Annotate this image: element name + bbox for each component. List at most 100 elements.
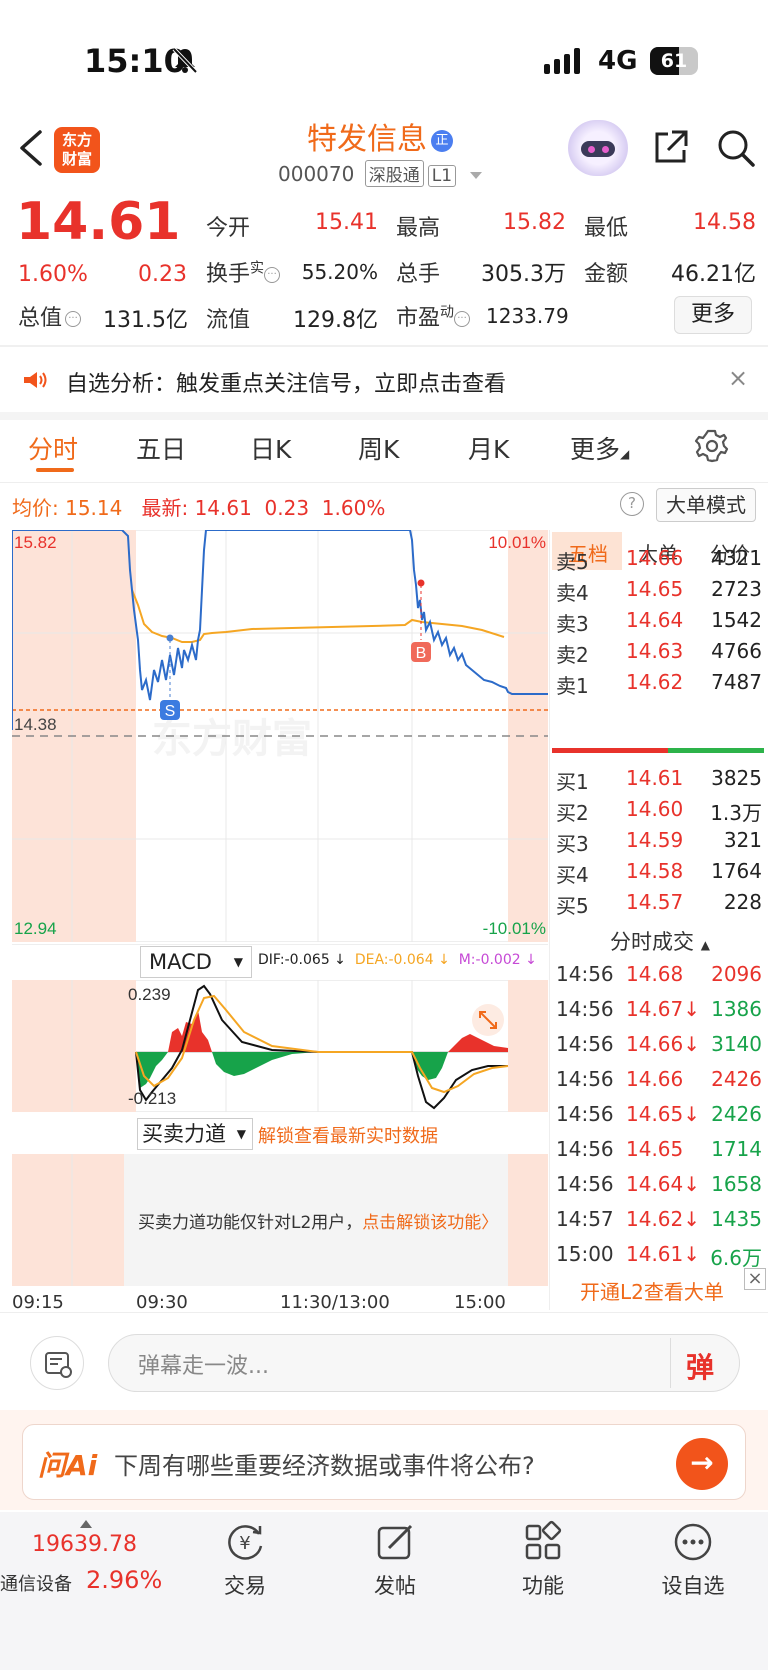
nav-functions[interactable]: 功能 bbox=[498, 1520, 588, 1600]
orderbook-divider-red bbox=[552, 748, 668, 753]
bid-vol: 321 bbox=[723, 828, 762, 852]
sector-name[interactable]: 通信设备 bbox=[0, 1570, 72, 1596]
buysell-label: 买卖力道 bbox=[142, 1122, 226, 1146]
gear-icon[interactable] bbox=[694, 428, 730, 464]
mcap-value: 131.5亿 bbox=[103, 308, 188, 333]
nav-post[interactable]: 发帖 bbox=[350, 1520, 440, 1600]
float-value: 129.8亿 bbox=[293, 308, 378, 333]
mcap-label[interactable]: 总值 ··· bbox=[18, 300, 82, 332]
sector-index-value[interactable]: 19639.78 bbox=[32, 1532, 137, 1557]
danmaku-send-button[interactable]: 弹 bbox=[686, 1346, 714, 1386]
big-order-mode-button[interactable]: 大单模式 bbox=[656, 488, 756, 522]
orderbook-divider-green bbox=[668, 748, 764, 753]
latest-label: 最新: bbox=[141, 496, 189, 520]
tab-5day[interactable]: 五日 bbox=[136, 430, 186, 466]
bid-vol: 3825 bbox=[711, 766, 762, 790]
macd-m: M:-0.002 ↓ bbox=[458, 952, 537, 968]
danmaku-settings-button[interactable] bbox=[30, 1336, 84, 1390]
buysell-message[interactable]: 买卖力道功能仅针对L2用户，点击解锁该功能〉 bbox=[138, 1208, 498, 1233]
volume-label: 总手 bbox=[396, 262, 441, 287]
macd-dea: DEA:-0.064 ↓ bbox=[354, 952, 450, 968]
time-label: 09:15 bbox=[12, 1292, 64, 1313]
assistant-avatar[interactable] bbox=[568, 120, 628, 176]
turnover-label-text: 换手 bbox=[206, 262, 251, 287]
buysell-unlock-link[interactable]: 解锁查看最新实时数据 bbox=[258, 1122, 438, 1148]
pe-value: 1233.79 bbox=[486, 304, 569, 328]
tab-monthly-k[interactable]: 月K bbox=[468, 430, 509, 466]
tab-daily-k[interactable]: 日K bbox=[250, 430, 291, 466]
danmaku-settings-icon bbox=[45, 1352, 72, 1378]
dropdown-icon: ▼ bbox=[233, 955, 243, 969]
trade-time: 14:56 bbox=[556, 997, 614, 1021]
pe-label[interactable]: 市盈动 ··· bbox=[396, 300, 471, 332]
stock-badge: 正 bbox=[431, 129, 453, 152]
ai-question-text[interactable]: 下周有哪些重要经济数据或事件将公布? bbox=[114, 1446, 535, 1481]
tab-more[interactable]: 更多◢ bbox=[570, 430, 629, 466]
latest-pct: 1.60% bbox=[321, 496, 386, 520]
bid-vol: 228 bbox=[723, 890, 762, 914]
ask-label: 卖3 bbox=[556, 612, 589, 636]
tab-intraday[interactable]: 分时 bbox=[28, 430, 78, 466]
status-bar: 15:10 4G 61 bbox=[0, 0, 768, 110]
ai-go-button[interactable]: → bbox=[676, 1438, 728, 1490]
volume-value: 305.3万 bbox=[481, 262, 566, 287]
app-logo-text: 东方 财富 bbox=[61, 131, 92, 168]
search-icon[interactable] bbox=[716, 128, 756, 168]
trade-time: 14:56 bbox=[556, 1032, 614, 1056]
nav-trade[interactable]: ¥ 交易 bbox=[200, 1520, 290, 1600]
sector-pct[interactable]: 2.96% bbox=[86, 1566, 162, 1594]
trades-header[interactable]: 分时成交 ▲ bbox=[552, 924, 768, 960]
pct-bot-label: -10.01% bbox=[483, 919, 546, 938]
battery-level: 61 bbox=[660, 50, 688, 72]
apps-icon bbox=[525, 1520, 562, 1560]
buysell-message-text: 买卖力道功能仅针对L2用户， bbox=[138, 1213, 363, 1233]
ask-vol: 7487 bbox=[711, 670, 762, 694]
divider bbox=[670, 1338, 671, 1388]
battery-icon: 61 bbox=[650, 47, 698, 75]
trade-vol: 2426 bbox=[711, 1102, 762, 1126]
macd-legend: DIF:-0.065 ↓ DEA:-0.064 ↓ M:-0.002 ↓ bbox=[258, 952, 537, 968]
intraday-chart[interactable]: 东方财富 S B 15.82 14.38 12.94 10.01% -10.01… bbox=[12, 530, 548, 942]
help-icon[interactable]: ? bbox=[620, 492, 644, 516]
nav-watchlist[interactable]: 设自选 bbox=[648, 1520, 738, 1600]
l2-close-button[interactable]: × bbox=[744, 1268, 766, 1290]
ask-vol: 4321 bbox=[711, 546, 762, 570]
notice-close-button[interactable]: × bbox=[728, 364, 748, 392]
more-button[interactable]: 更多 bbox=[674, 296, 752, 334]
ask-label: 卖4 bbox=[556, 581, 589, 605]
stock-code-row[interactable]: 000070 深股通 L1 bbox=[278, 160, 483, 187]
notice-text[interactable]: 自选分析：触发重点关注信号，立即点击查看 bbox=[66, 366, 506, 398]
open-l2-link[interactable]: 开通L2查看大单 bbox=[580, 1276, 724, 1305]
buysell-unlock-feature-link[interactable]: 点击解锁该功能〉 bbox=[362, 1213, 498, 1233]
trade-time: 15:00 bbox=[556, 1242, 614, 1266]
share-icon[interactable] bbox=[652, 128, 690, 166]
high-value: 15.82 bbox=[503, 210, 566, 235]
high-label: 最高 bbox=[396, 216, 441, 241]
stock-title[interactable]: 特发信息正 bbox=[230, 114, 530, 158]
macd-select[interactable]: MACD ▼ bbox=[140, 946, 252, 978]
buy-marker: B bbox=[416, 645, 427, 662]
y-mid-label: 14.38 bbox=[14, 715, 57, 734]
app-logo[interactable]: 东方 财富 bbox=[54, 127, 100, 173]
macd-chart[interactable]: 0.239 -0.213 bbox=[12, 980, 548, 1112]
change-amount: 0.23 bbox=[138, 262, 187, 287]
divider bbox=[0, 482, 768, 483]
open-label: 今开 bbox=[206, 216, 251, 241]
time-label: 11:30/13:00 bbox=[280, 1292, 390, 1313]
divider bbox=[0, 412, 768, 420]
tab-more-label: 更多 bbox=[570, 435, 621, 464]
turnover-label[interactable]: 换手实 ··· bbox=[206, 256, 281, 288]
nav-post-label: 发帖 bbox=[374, 1574, 416, 1598]
back-icon[interactable] bbox=[14, 128, 48, 168]
bid-vol: 1764 bbox=[711, 859, 762, 883]
y-top-label: 15.82 bbox=[14, 533, 57, 552]
low-value: 14.58 bbox=[693, 210, 756, 235]
buysell-select[interactable]: 买卖力道 ▼ bbox=[137, 1118, 253, 1150]
bid-label: 买1 bbox=[556, 770, 589, 794]
index-expand-icon[interactable] bbox=[80, 1520, 92, 1528]
signal-icon bbox=[544, 48, 580, 74]
tab-weekly-k[interactable]: 周K bbox=[358, 430, 399, 466]
danmaku-placeholder: 弹幕走一波... bbox=[138, 1354, 269, 1379]
latest-value: 14.61 bbox=[194, 496, 252, 520]
bid-label: 买4 bbox=[556, 863, 589, 887]
